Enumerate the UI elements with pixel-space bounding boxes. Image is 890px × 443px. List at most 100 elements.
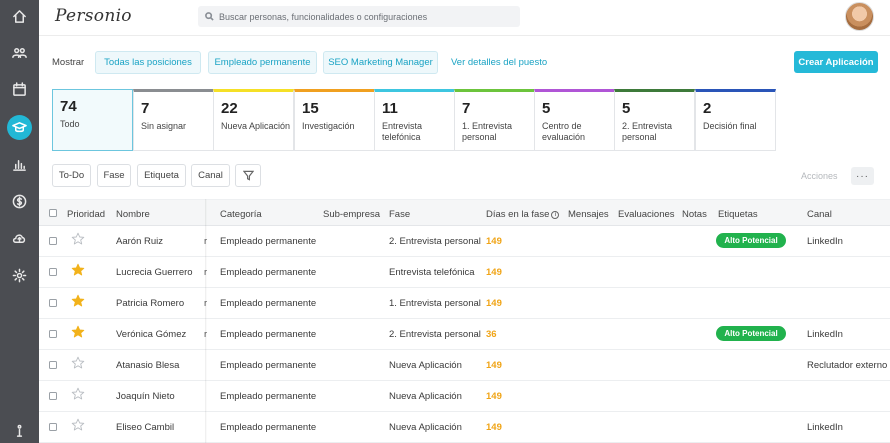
stage-count: 74 — [60, 98, 77, 115]
star-outline-icon[interactable] — [71, 387, 85, 401]
payroll-icon[interactable] — [7, 189, 32, 214]
stage-1-entrevista-personal[interactable]: 7 1. Entrevista personal — [454, 89, 535, 151]
phase-filter-button[interactable]: Fase — [97, 164, 131, 187]
table-row[interactable]: Eliseo Cambil Empleado permanente Nueva Ap… — [39, 412, 890, 443]
calendar-icon[interactable] — [7, 77, 32, 102]
table-row[interactable]: Lucrecia GuerrerorEmpleado permanenteEnt… — [39, 257, 890, 288]
header-category[interactable]: Categoría — [220, 209, 262, 220]
star-outline-icon[interactable] — [71, 418, 85, 432]
candidate-name[interactable]: Eliseo Cambil — [116, 422, 174, 433]
analytics-icon[interactable] — [7, 152, 32, 177]
stage-entrevista-telefonica[interactable]: 11 Entrevista telefónica — [374, 89, 455, 151]
tag-badge[interactable]: Alto Potencial — [716, 326, 786, 341]
stage-label: Decisión final — [703, 121, 757, 131]
stage-label: 1. Entrevista personal — [462, 121, 513, 142]
stage-label: Todo — [60, 119, 80, 129]
todo-filter-button[interactable]: To-Do — [52, 164, 91, 187]
stage-investigacion[interactable]: 15 Investigación — [294, 89, 375, 151]
row-checkbox[interactable] — [49, 268, 57, 276]
tag-badge[interactable]: Alto Potencial — [716, 233, 786, 248]
row-checkbox[interactable] — [49, 237, 57, 245]
row-checkbox[interactable] — [49, 330, 57, 338]
candidate-name[interactable]: Joaquín Nieto — [116, 391, 175, 402]
upload-icon[interactable] — [7, 226, 32, 251]
category-cell: Empleado permanente — [220, 391, 317, 402]
row-checkbox[interactable] — [49, 423, 57, 431]
info-icon[interactable] — [7, 418, 32, 443]
header-messages[interactable]: Mensajes — [568, 209, 609, 220]
channel-filter-button[interactable]: Canal — [191, 164, 230, 187]
days-in-phase-cell: 149 — [486, 236, 502, 247]
stage-decision-final[interactable]: 2 Decisión final — [695, 89, 776, 151]
header-days-in-phase[interactable]: Días en la fase i — [486, 209, 560, 220]
search-input[interactable] — [219, 11, 509, 22]
header-subcompany[interactable]: Sub-empresa — [323, 209, 380, 220]
candidate-name[interactable]: Atanasio Blesa — [116, 360, 179, 371]
table-row[interactable]: Verónica GómezrEmpleado permanente2. Ent… — [39, 319, 890, 350]
category-cell: Empleado permanente — [220, 298, 317, 309]
table-header: Prioridad Nombre Categoría Sub-empresa F… — [39, 199, 890, 226]
phase-cell: Nueva Aplicación — [389, 391, 462, 402]
star-filled-icon[interactable] — [71, 325, 85, 339]
stage-2-entrevista-personal[interactable]: 5 2. Entrevista personal — [614, 89, 695, 151]
stage-label: Nueva Aplicación — [221, 121, 291, 131]
select-all-checkbox[interactable] — [49, 209, 57, 217]
channel-cell: Reclutador externo — [807, 360, 888, 371]
app-logo[interactable]: Personio — [55, 6, 132, 26]
category-cell: Empleado permanente — [220, 329, 317, 340]
row-checkbox[interactable] — [49, 299, 57, 307]
stage-nueva-aplicacion[interactable]: 22 Nueva Aplicación — [213, 89, 294, 151]
settings-icon[interactable] — [7, 263, 32, 288]
filter-button[interactable] — [235, 164, 261, 187]
star-filled-icon[interactable] — [71, 263, 85, 277]
candidate-name[interactable]: Verónica Gómez — [116, 329, 186, 340]
category-cell: Empleado permanente — [220, 422, 317, 433]
stage-count: 15 — [302, 100, 319, 117]
stage-centro-evaluacion[interactable]: 5 Centro de evaluación — [534, 89, 615, 151]
candidate-name[interactable]: Aarón Ruiz — [116, 236, 163, 247]
header-tags[interactable]: Etiquetas — [718, 209, 758, 220]
filter-seo-marketing-manager[interactable]: SEO Marketing Manager — [323, 51, 438, 74]
more-options-button[interactable]: ··· — [851, 167, 874, 185]
candidate-name[interactable]: Patricia Romero — [116, 298, 184, 309]
filter-permanent-employee[interactable]: Empleado permanente — [208, 51, 317, 74]
phase-cell: Nueva Aplicación — [389, 360, 462, 371]
star-outline-icon[interactable] — [71, 356, 85, 370]
search-box[interactable] — [198, 6, 520, 27]
channel-cell: LinkedIn — [807, 422, 843, 433]
header-name[interactable]: Nombre — [116, 209, 150, 220]
header-phase[interactable]: Fase — [389, 209, 410, 220]
stage-todo[interactable]: 74 Todo — [52, 89, 133, 151]
star-filled-icon[interactable] — [71, 294, 85, 308]
table-row[interactable]: Joaquín Nieto Empleado permanente Nueva Ap… — [39, 381, 890, 412]
days-in-phase-cell: 149 — [486, 298, 502, 309]
table-row[interactable]: Aarón RuizrEmpleado permanente2. Entrevi… — [39, 226, 890, 257]
actions-label[interactable]: Acciones — [801, 171, 838, 181]
star-outline-icon[interactable] — [71, 232, 85, 246]
row-checkbox[interactable] — [49, 392, 57, 400]
user-avatar[interactable] — [845, 2, 874, 31]
create-application-button[interactable]: Crear Aplicación — [794, 51, 878, 73]
days-in-phase-cell: 149 — [486, 422, 502, 433]
table-row[interactable]: Patricia RomerorEmpleado permanente1. En… — [39, 288, 890, 319]
header-notes[interactable]: Notas — [682, 209, 707, 220]
header-channel[interactable]: Canal — [807, 209, 832, 220]
stage-label: 2. Entrevista personal — [622, 121, 673, 142]
row-checkbox[interactable] — [49, 361, 57, 369]
stage-sin-asignar[interactable]: 7 Sin asignar — [133, 89, 214, 151]
table-row[interactable]: Atanasio Blesa Empleado permanente Nueva A… — [39, 350, 890, 381]
home-icon[interactable] — [7, 4, 32, 29]
candidate-name[interactable]: Lucrecia Guerrero — [116, 267, 193, 278]
header-priority[interactable]: Prioridad — [67, 209, 105, 220]
header-evaluations[interactable]: Evaluaciones — [618, 209, 675, 220]
people-icon[interactable] — [7, 40, 32, 65]
tag-filter-button[interactable]: Etiqueta — [137, 164, 186, 187]
category-cell: Empleado permanente — [220, 236, 317, 247]
filter-all-positions[interactable]: Todas las posiciones — [95, 51, 201, 74]
view-position-details-link[interactable]: Ver detalles del puesto — [451, 57, 547, 68]
stage-count: 11 — [382, 100, 398, 117]
stage-count: 2 — [703, 100, 712, 117]
channel-cell: LinkedIn — [807, 329, 843, 340]
recruiting-icon[interactable] — [7, 115, 32, 140]
top-bar: Personio — [39, 0, 890, 36]
